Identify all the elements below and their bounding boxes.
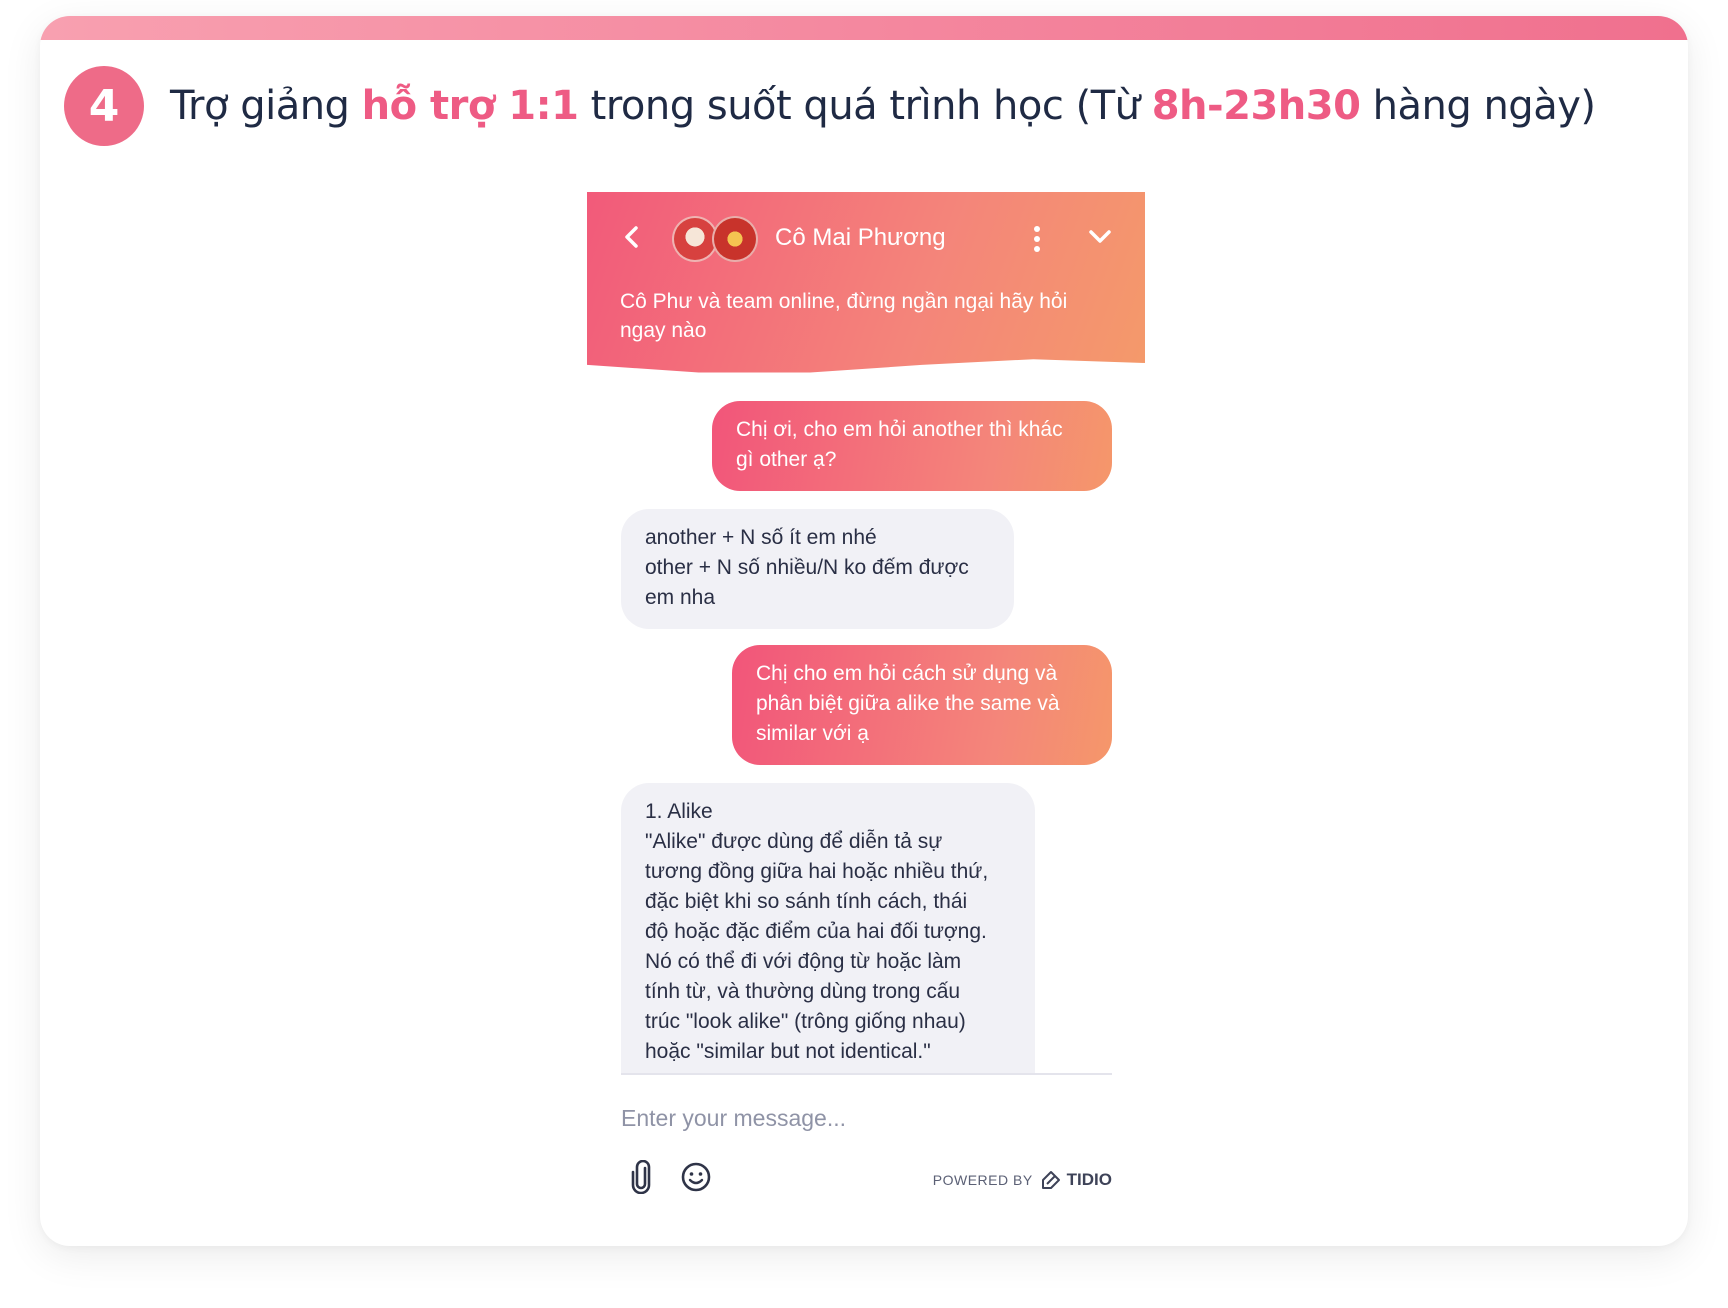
powered-by-label: POWERED BY: [932, 1172, 1033, 1188]
tidio-brand-label: TIDIO: [1066, 1170, 1112, 1189]
agent-message: 1. Alike "Alike" được dùng để diễn tả sự…: [621, 783, 1035, 1073]
message-line: Chị cho em hỏi cách sử dụng và: [756, 662, 1058, 685]
message-line: gì other ạ?: [736, 448, 837, 471]
message-line: Chị ơi, cho em hỏi another thì khác: [736, 418, 1063, 441]
more-options-button[interactable]: [1027, 226, 1047, 256]
user-message: Chị cho em hỏi cách sử dụng và phân biệt…: [732, 645, 1112, 765]
card-accent-bar: [40, 16, 1688, 40]
message-line: "Alike" được dùng để diễn tả sự: [645, 830, 943, 853]
chat-header-subtitle: Cô Phư và team online, đừng ngần ngại hã…: [620, 290, 1068, 342]
message-line: tính từ, và thường dùng trong cấu: [645, 980, 961, 1003]
tidio-logo-icon: [1041, 1171, 1060, 1189]
message-line: other + N số nhiều/N ko đếm được: [645, 556, 969, 579]
message-line: another + N số ít em nhé: [645, 526, 877, 549]
attach-file-button[interactable]: [627, 1159, 657, 1195]
feature-title: Trợ giảng hỗ trợ 1:1 trong suốt quá trìn…: [170, 83, 1596, 129]
avatar: [712, 216, 758, 262]
title-text-after: hàng ngày): [1360, 83, 1596, 129]
back-chevron-icon: [625, 226, 638, 248]
chevron-down-icon: [1089, 230, 1111, 243]
message-line: tương đồng giữa hai hoặc nhiều thứ,: [645, 860, 989, 883]
emoji-icon: [681, 1162, 711, 1192]
message-input[interactable]: [621, 1100, 1112, 1136]
message-line: trúc "look alike" (trông giống nhau): [645, 1010, 966, 1033]
step-number-badge: 4: [64, 66, 144, 146]
agent-message: another + N số ít em nhé other + N số nh…: [621, 509, 1014, 629]
message-line: em nha: [645, 586, 716, 609]
message-line: Nó có thể đi với động từ hoặc làm: [645, 950, 962, 973]
emoji-button[interactable]: [679, 1160, 713, 1194]
message-line: similar với ạ: [756, 722, 869, 745]
message-line: hoặc "similar but not identical.": [645, 1040, 931, 1063]
message-line: phân biệt giữa alike the same và: [756, 692, 1060, 715]
title-highlight-support: hỗ trợ 1:1: [361, 83, 579, 129]
title-highlight-hours: 8h-23h30: [1151, 83, 1361, 129]
composer-divider: [621, 1073, 1112, 1075]
message-line: độ hoặc đặc điểm của hai đối tượng.: [645, 920, 987, 943]
message-line: 1. Alike: [645, 800, 713, 823]
chat-widget: Cô Mai Phương Cô Phư và team online, đừn…: [587, 192, 1145, 1212]
title-text-middle: trong suốt quá trình học (Từ: [578, 83, 1152, 129]
back-button[interactable]: [617, 222, 647, 252]
user-message: Chị ơi, cho em hỏi another thì khác gì o…: [712, 401, 1112, 491]
agent-name: Cô Mai Phương: [775, 224, 946, 251]
agent-avatars: [672, 216, 764, 264]
feature-heading: 4 Trợ giảng hỗ trợ 1:1 trong suốt quá tr…: [64, 66, 1596, 146]
title-text-before: Trợ giảng: [170, 83, 362, 129]
paperclip-icon: [631, 1159, 651, 1195]
more-vertical-icon: [1027, 226, 1047, 252]
minimize-chat-button[interactable]: [1085, 222, 1115, 252]
message-line: đặc biệt khi so sánh tính cách, thái: [645, 890, 968, 913]
powered-by-tidio[interactable]: POWERED BY TIDIO: [927, 1167, 1112, 1193]
